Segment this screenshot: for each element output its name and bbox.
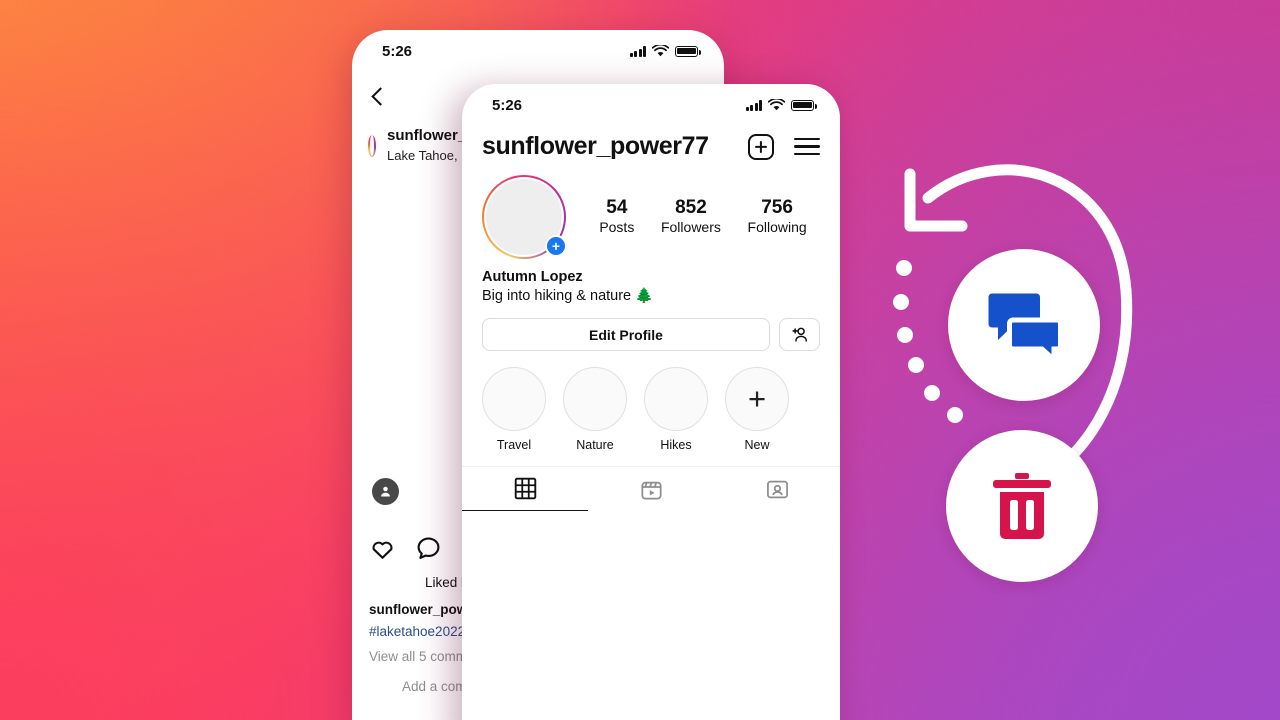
grid-post[interactable] [715, 638, 840, 720]
grid-icon [514, 477, 536, 500]
back-status-time: 5:26 [382, 42, 413, 60]
screenshot-stage: 5:26 SUNFLOWER_POWER77 su [0, 0, 1280, 720]
grid-post[interactable] [462, 638, 587, 720]
grid-post[interactable] [589, 638, 714, 720]
stat-label: Followers [660, 219, 721, 235]
delete-action-button[interactable] [946, 430, 1098, 582]
avatar [397, 572, 418, 593]
profile-avatar-wrap[interactable]: + [482, 175, 567, 259]
signal-bars-icon [745, 99, 762, 111]
tagged-people-badge-icon[interactable] [372, 478, 399, 505]
stat-value: 54 [606, 197, 628, 218]
highlight-nature[interactable]: Nature [563, 367, 627, 452]
front-status-time: 5:26 [492, 96, 523, 114]
wifi-icon [652, 45, 669, 57]
stat-following[interactable]: 756 Following [748, 197, 807, 237]
back-chevron-icon[interactable] [371, 86, 390, 106]
story-highlights: Travel Nature Hikes + New [462, 351, 840, 452]
stat-followers[interactable]: 852 Followers [661, 197, 721, 237]
stat-value: 852 [675, 197, 707, 218]
profile-tabs [462, 466, 840, 511]
action-icon-cluster [880, 150, 1140, 582]
grid-post[interactable] [462, 511, 587, 636]
highlight-label: Nature [576, 438, 614, 452]
plus-square-icon[interactable] [748, 133, 774, 160]
profile-post-grid [462, 511, 840, 720]
profile-action-buttons: Edit Profile [462, 304, 840, 351]
new-highlight-plus-icon: + [725, 367, 789, 431]
highlight-travel[interactable]: Travel [482, 367, 546, 452]
comment-icon[interactable] [415, 535, 442, 562]
front-status-indicators [745, 99, 817, 111]
feed-author-avatar-ring[interactable] [368, 135, 376, 157]
signal-bars-icon [629, 45, 646, 57]
profile-summary: + 54 Posts 852 Followers 756 Following [462, 163, 840, 259]
grid-post[interactable] [589, 511, 714, 636]
wifi-icon [768, 99, 785, 111]
front-phone-profile-screen: 5:26 sunflower_power77 + 54 Posts 852 Fo… [462, 84, 840, 720]
like-icon[interactable] [369, 535, 396, 562]
battery-icon [675, 45, 701, 57]
caption-username[interactable]: sunflower_pow [369, 602, 467, 617]
battery-icon [791, 99, 817, 111]
highlight-hikes[interactable]: Hikes [644, 367, 708, 452]
tab-tagged[interactable] [714, 467, 840, 511]
stat-label: Following [747, 219, 807, 235]
highlight-label: Travel [496, 438, 532, 452]
avatar [370, 135, 374, 156]
back-status-indicators [629, 45, 701, 57]
tagged-icon [766, 480, 788, 498]
add-person-icon [792, 327, 807, 342]
page-title: sunflower_power77 [482, 132, 709, 160]
tab-grid[interactable] [462, 467, 588, 511]
back-status-bar: 5:26 [352, 30, 724, 72]
messages-action-button[interactable] [948, 249, 1100, 401]
reels-icon [640, 481, 662, 500]
caption-hashtag[interactable]: #laketahoe2022 [369, 624, 465, 639]
profile-display-name: Autumn Lopez [482, 269, 583, 285]
chat-bubbles-icon [988, 293, 1063, 361]
add-person-button[interactable] [779, 318, 820, 351]
hamburger-menu-icon[interactable] [794, 137, 820, 156]
grid-post[interactable] [715, 511, 840, 636]
liker-avatars [369, 572, 418, 593]
add-story-badge[interactable]: + [545, 235, 567, 257]
tab-reels[interactable] [588, 467, 714, 511]
front-status-bar: 5:26 [462, 84, 840, 126]
profile-bio: Autumn Lopez Big into hiking & nature 🌲 [462, 259, 840, 304]
profile-header: sunflower_power77 [462, 126, 840, 163]
trash-icon [993, 473, 1051, 539]
edit-profile-button[interactable]: Edit Profile [482, 318, 770, 351]
profile-header-actions [748, 133, 820, 160]
stat-label: Posts [599, 219, 635, 235]
profile-bio-text: Big into hiking & nature 🌲 [482, 288, 654, 304]
highlight-label: New [744, 438, 770, 452]
profile-stats: 54 Posts 852 Followers 756 Following [572, 197, 820, 237]
stat-posts[interactable]: 54 Posts [599, 197, 634, 237]
avatar [369, 675, 393, 699]
highlight-new[interactable]: + New [725, 367, 789, 452]
highlight-label: Hikes [660, 438, 692, 452]
stat-value: 756 [761, 197, 793, 218]
